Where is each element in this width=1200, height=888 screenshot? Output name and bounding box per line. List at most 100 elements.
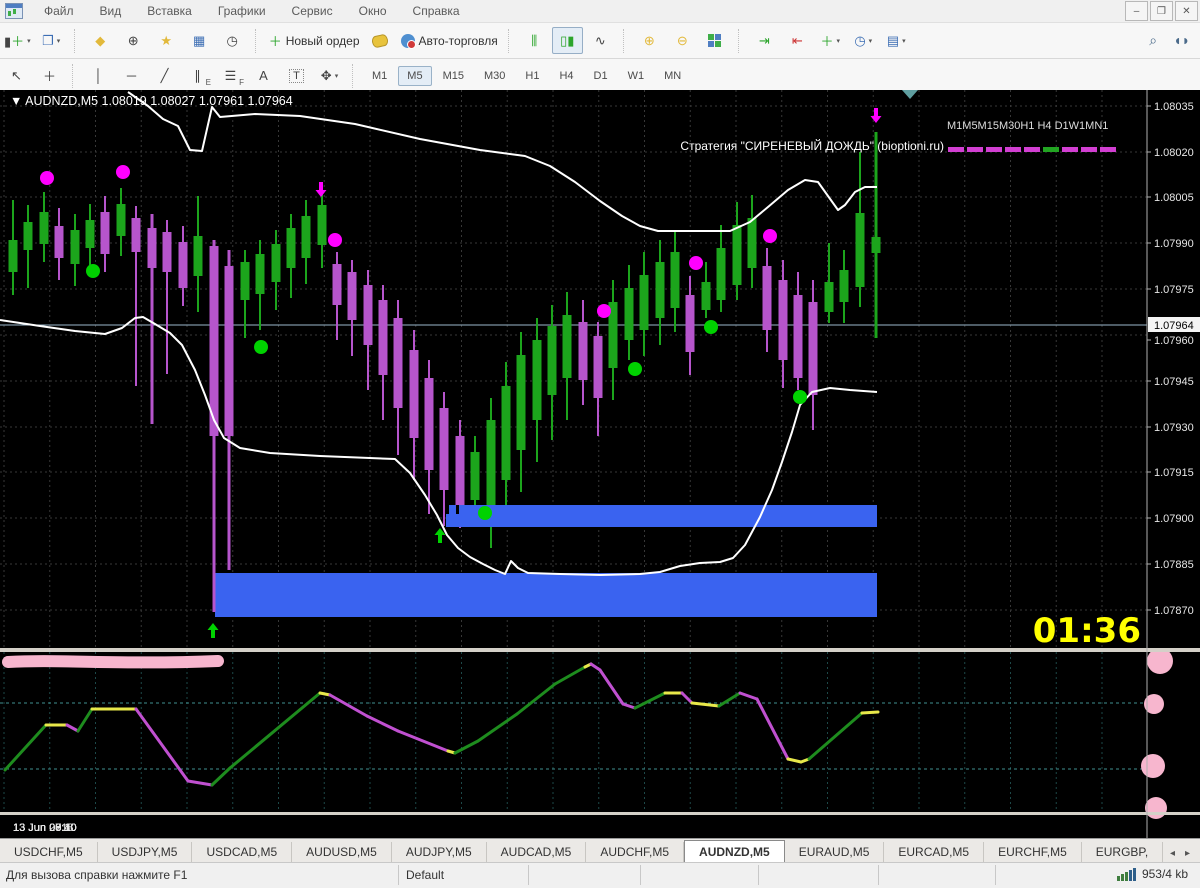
candle-body[interactable]	[210, 246, 219, 436]
menu-item-1[interactable]: Вид	[87, 1, 135, 21]
candle-body[interactable]	[702, 282, 711, 310]
chart-tab-audnzdm5[interactable]: AUDNZD,M5	[684, 840, 785, 863]
signal-box[interactable]	[446, 505, 877, 527]
candle-body[interactable]	[333, 264, 342, 305]
panel-separator[interactable]	[0, 812, 1200, 815]
chart-tab-usdchfm5[interactable]: USDCHF,M5	[0, 842, 98, 863]
chart-tab-usdjpym5[interactable]: USDJPY,M5	[98, 842, 193, 863]
chat-icon[interactable]: ◖◗	[1173, 32, 1190, 49]
candle-body[interactable]	[548, 326, 557, 395]
fibonacci-button[interactable]: ☰F	[215, 62, 246, 89]
chart-shift-button[interactable]: ⇤	[782, 27, 813, 54]
search-icon[interactable]: ⌕	[1149, 32, 1157, 49]
autotrade-button[interactable]: Авто-торговля	[398, 27, 501, 54]
status-profile[interactable]: Default	[406, 868, 444, 882]
chart-tab-audjpym5[interactable]: AUDJPY,M5	[392, 842, 487, 863]
candle-body[interactable]	[533, 340, 542, 420]
text-button[interactable]: A	[248, 62, 279, 89]
minimize-button[interactable]: –	[1125, 1, 1148, 21]
chart-window[interactable]: 1.080351.080201.080051.079901.079751.079…	[0, 90, 1200, 838]
close-button[interactable]: ✕	[1175, 1, 1198, 21]
candle-body[interactable]	[656, 262, 665, 318]
candle-body[interactable]	[302, 216, 311, 258]
cone-button[interactable]	[365, 27, 396, 54]
candle-body[interactable]	[440, 408, 449, 490]
chart-tab-eurcadm5[interactable]: EURCAD,M5	[884, 842, 984, 863]
candle-body[interactable]	[318, 205, 327, 245]
chart-tab-audcadm5[interactable]: AUDCAD,M5	[487, 842, 587, 863]
candle-body[interactable]	[856, 213, 865, 287]
timeframe-button-m30[interactable]: M30	[475, 66, 514, 86]
line-chart-button[interactable]: ∿	[585, 27, 616, 54]
candle-body[interactable]	[502, 386, 511, 480]
menu-item-5[interactable]: Окно	[346, 1, 400, 21]
indicators-button[interactable]: ＋	[815, 27, 846, 54]
bar-chart-button[interactable]: ⫼	[519, 27, 550, 54]
candle-body[interactable]	[425, 378, 434, 470]
new-order-button[interactable]: ＋ Новый ордер	[266, 27, 363, 54]
terminal-button[interactable]: ▦	[184, 27, 215, 54]
candle-body[interactable]	[40, 212, 49, 244]
candle-body[interactable]	[101, 212, 110, 254]
candle-body[interactable]	[733, 225, 742, 285]
candle-body[interactable]	[364, 285, 373, 345]
menu-item-4[interactable]: Сервис	[279, 1, 346, 21]
candle-body[interactable]	[840, 270, 849, 302]
chart-tab-euraudm5[interactable]: EURAUD,M5	[785, 842, 885, 863]
candle-body[interactable]	[809, 302, 818, 395]
periods-button[interactable]: ◷	[848, 27, 879, 54]
chart-symbol-title[interactable]: ▼ AUDNZD,M5 1.08019 1.08027 1.07961 1.07…	[10, 94, 293, 108]
shapes-button[interactable]: ✥	[314, 62, 345, 89]
candle-body[interactable]	[225, 266, 234, 436]
chart-tab-audchfm5[interactable]: AUDCHF,M5	[586, 842, 684, 863]
menu-item-0[interactable]: Файл	[31, 1, 87, 21]
restore-button[interactable]: ❐	[1150, 1, 1173, 21]
horizontal-line-button[interactable]: ─	[116, 62, 147, 89]
data-window-button[interactable]: ⊕	[118, 27, 149, 54]
menu-item-3[interactable]: Графики	[205, 1, 279, 21]
candle-body[interactable]	[686, 295, 695, 352]
candle-body[interactable]	[148, 228, 157, 268]
vertical-line-button[interactable]: │	[83, 62, 114, 89]
candle-body[interactable]	[394, 318, 403, 408]
candle-body[interactable]	[487, 420, 496, 508]
candle-body[interactable]	[625, 288, 634, 340]
candle-body[interactable]	[132, 218, 141, 252]
strategy-tester-button[interactable]: ◷	[217, 27, 248, 54]
candle-body[interactable]	[117, 204, 126, 236]
chart-tab-audusdm5[interactable]: AUDUSD,M5	[292, 842, 392, 863]
candle-body[interactable]	[194, 236, 203, 276]
navigator-button[interactable]: ★	[151, 27, 182, 54]
candle-body[interactable]	[287, 228, 296, 268]
candle-body[interactable]	[579, 322, 588, 380]
timeframe-button-h1[interactable]: H1	[516, 66, 548, 86]
timeframe-button-mn[interactable]: MN	[655, 66, 690, 86]
candle-body[interactable]	[471, 452, 480, 500]
candle-body[interactable]	[86, 220, 95, 248]
zoom-out-button[interactable]: ⊖	[667, 27, 698, 54]
candle-body[interactable]	[563, 315, 572, 378]
candle-body[interactable]	[24, 222, 33, 250]
timeframe-button-d1[interactable]: D1	[585, 66, 617, 86]
cursor-button[interactable]: ↖	[1, 62, 32, 89]
candle-body[interactable]	[763, 266, 772, 330]
candle-body[interactable]	[872, 237, 881, 253]
candle-body[interactable]	[671, 252, 680, 308]
candle-body[interactable]	[241, 262, 250, 300]
candle-body[interactable]	[71, 230, 80, 264]
candle-body[interactable]	[825, 282, 834, 312]
candle-body[interactable]	[779, 280, 788, 360]
candle-body[interactable]	[410, 350, 419, 438]
candlestick-chart-button[interactable]: ▯▮	[552, 27, 583, 54]
chart-tab-eurgbp[interactable]: EURGBP,	[1082, 842, 1163, 863]
candle-body[interactable]	[9, 240, 18, 272]
candle-body[interactable]	[163, 232, 172, 272]
price-chart[interactable]: 1.080351.080201.080051.079901.079751.079…	[0, 90, 1200, 838]
chart-tab-usdcadm5[interactable]: USDCAD,M5	[192, 842, 292, 863]
candle-body[interactable]	[794, 295, 803, 378]
new-chart-button[interactable]: ▮＋	[1, 27, 34, 54]
menu-item-2[interactable]: Вставка	[134, 1, 205, 21]
candle-body[interactable]	[748, 218, 757, 268]
timeframe-button-h4[interactable]: H4	[550, 66, 582, 86]
crosshair-button[interactable]: ＋	[34, 62, 65, 89]
